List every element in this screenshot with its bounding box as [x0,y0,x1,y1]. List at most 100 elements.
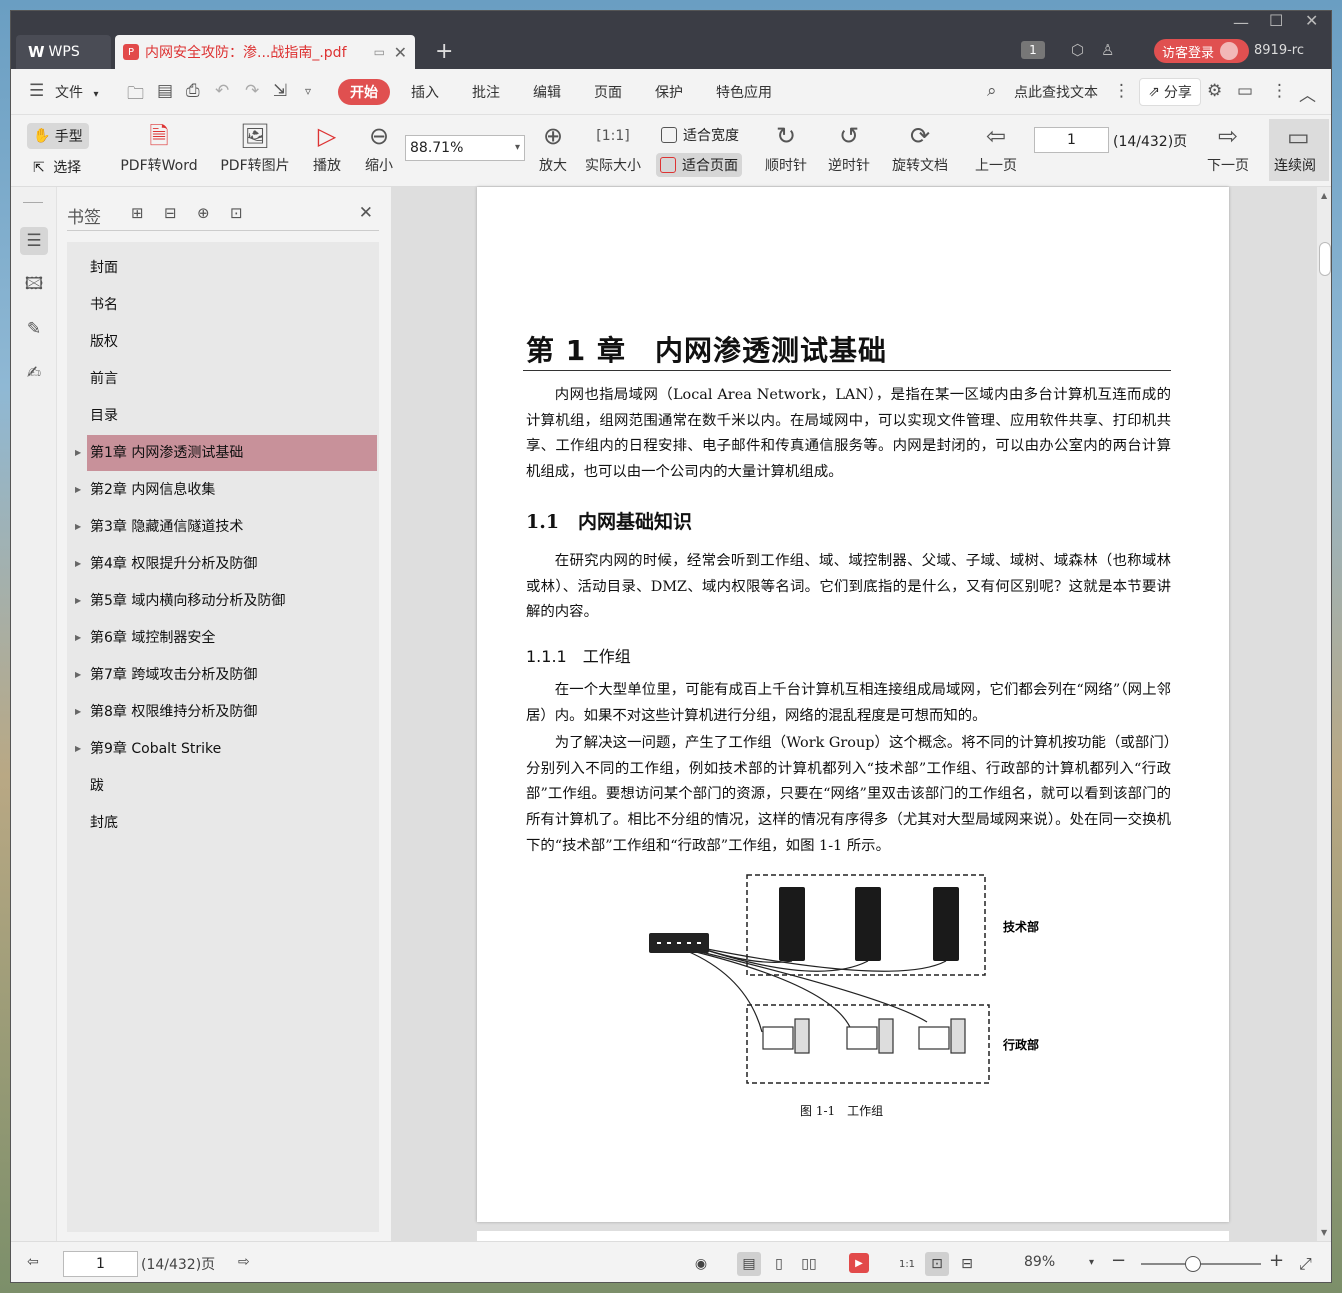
expand-arrow-icon[interactable]: ▶ [75,657,81,693]
annotation-panel-icon[interactable]: ✎ [20,315,48,343]
file-menu[interactable]: 文件 ▾ [55,82,98,102]
menu-tab-special[interactable]: 特色应用 [716,82,772,102]
zoom-in-button[interactable]: ⊕ 放大 [533,121,573,175]
more-options-icon[interactable]: ⋮ [1113,81,1130,101]
fit-width-icon[interactable]: ⊟ [955,1252,979,1276]
message-icon[interactable]: ▭ [1237,81,1253,101]
bookmark-item[interactable]: ▶ 第4章 权限提升分析及防御 [75,546,377,582]
previous-page-icon[interactable]: ⇦ [27,1254,39,1270]
zoom-slider-knob[interactable] [1185,1256,1201,1272]
bookmark-item[interactable]: 目录 [87,398,377,434]
hand-tool-button[interactable]: ✋ 手型 [27,123,89,149]
rotate-counterclockwise-button[interactable]: ↺ 逆时针 [824,121,874,175]
add-bookmark-icon[interactable]: ⊕ [197,204,210,222]
fit-page-button[interactable]: 适合页面 [656,153,742,177]
two-page-view-icon[interactable]: ▯▯ [797,1252,821,1276]
zoom-level-select[interactable]: 88.71% ▾ [405,135,525,161]
single-page-view-icon[interactable]: ▯ [767,1252,791,1276]
play-icon[interactable]: ▶ [849,1253,869,1273]
actual-size-icon[interactable]: 1:1 [895,1252,919,1276]
expand-arrow-icon[interactable]: ▶ [75,546,81,582]
next-page-icon[interactable]: ⇨ [238,1254,250,1270]
continuous-view-icon[interactable]: ▤ [737,1252,761,1276]
actual-size-button[interactable]: [1:1] 实际大小 [581,121,645,175]
zoom-percent[interactable]: 89% [1024,1254,1055,1270]
bookmark-item[interactable]: 封面 [87,250,377,286]
pdf-to-image-button[interactable]: 🖼 PDF转图片 [213,121,297,175]
open-folder-icon[interactable]: 🗀 [127,81,144,110]
redo-icon[interactable]: ↷ [245,81,259,101]
expand-arrow-icon[interactable]: ▶ [75,435,81,471]
eye-protection-icon[interactable]: ◉ [689,1252,713,1276]
collapse-ribbon-icon[interactable]: ︿ [1299,81,1316,106]
close-window-button[interactable]: ✕ [1305,11,1318,30]
minimize-button[interactable]: — [1233,13,1249,32]
page-number-input[interactable]: 1 [1034,127,1109,153]
rotate-clockwise-button[interactable]: ↻ 顺时针 [761,121,811,175]
search-text-button[interactable]: 点此查找文本 [1014,82,1098,102]
expand-arrow-icon[interactable]: ▶ [75,509,81,545]
scroll-up-icon[interactable]: ▲ [1321,191,1327,200]
zoom-out-button[interactable]: ⊖ 缩小 [359,121,399,175]
select-tool-button[interactable]: ⇱ 选择 [33,157,81,177]
wps-home-tab[interactable]: W WPS [16,35,111,69]
play-button[interactable]: ▷ 播放 [307,121,347,175]
expand-arrow-icon[interactable]: ▶ [75,694,81,730]
document-tab[interactable]: P 内网安全攻防：渗...战指南_.pdf ▭ ✕ [115,35,415,69]
pdf-to-word-button[interactable]: 🗎 PDF转Word [115,121,203,175]
menu-tab-page[interactable]: 页面 [594,82,622,102]
bookmark-item[interactable]: 跋 [87,768,377,804]
zoom-slider[interactable] [1141,1256,1261,1272]
vertical-scrollbar[interactable]: ▲ ▼ [1317,187,1331,1241]
previous-page-button[interactable]: ⇦ 上一页 [971,121,1021,175]
fullscreen-icon[interactable]: ⤢ [1299,1254,1312,1274]
search-icon[interactable]: ⌕ [987,81,997,101]
bookmark-item[interactable]: ▶ 第9章 Cobalt Strike [75,731,377,767]
bookmark-item[interactable]: 前言 [87,361,377,397]
expand-arrow-icon[interactable]: ▶ [75,472,81,508]
bookmark-item[interactable]: ▶ 第6章 域控制器安全 [75,620,377,656]
scrollbar-thumb[interactable] [1319,242,1331,276]
export-icon[interactable]: ⇲ [273,81,287,101]
close-tab-icon[interactable]: ✕ [394,43,407,62]
chevron-down-icon[interactable]: ▾ [1089,1257,1094,1268]
status-page-input[interactable]: 1 [63,1251,138,1277]
bookmark-settings-icon[interactable]: ⊡ [230,204,243,222]
bookmark-item[interactable]: ▶ 第3章 隐藏通信隧道技术 [75,509,377,545]
gear-icon[interactable]: ⚙ [1207,81,1222,101]
zoom-out-icon[interactable]: − [1111,1250,1126,1271]
kebab-menu-icon[interactable]: ⋮ [1271,81,1288,101]
menu-tab-protect[interactable]: 保护 [655,82,683,102]
thumbnail-panel-icon[interactable]: 🖾 [20,271,48,299]
maximize-button[interactable]: ☐ [1269,11,1283,30]
scroll-down-icon[interactable]: ▼ [1321,1228,1327,1237]
undo-icon[interactable]: ↶ [215,81,229,101]
bookmark-item[interactable]: ▶ 第5章 域内横向移动分析及防御 [75,583,377,619]
bookmark-item[interactable]: ▶ 第2章 内网信息收集 [75,472,377,508]
bookmark-item[interactable]: 封底 [87,805,377,841]
guest-login-button[interactable]: 访客登录 [1154,39,1249,63]
menu-tab-edit[interactable]: 编辑 [533,82,561,102]
expand-arrow-icon[interactable]: ▶ [75,620,81,656]
bookmark-item[interactable]: ▶ 第8章 权限维持分析及防御 [75,694,377,730]
expand-all-icon[interactable]: ⊞ [131,204,144,222]
bookmark-item[interactable]: 书名 [87,287,377,323]
expand-arrow-icon[interactable]: ▶ [75,731,81,767]
close-icon[interactable]: ✕ [359,203,373,223]
menu-tab-start[interactable]: 开始 [338,79,390,105]
continuous-reading-button[interactable]: ▭ 连续阅 [1269,119,1329,181]
document-viewer[interactable]: 第 1 章 内网渗透测试基础 内网也指局域网（Local Area Networ… [391,187,1331,1251]
cloud-icon[interactable]: ⬡ [1071,41,1084,59]
signature-panel-icon[interactable]: ✍ [20,359,48,387]
skin-icon[interactable]: ♙ [1101,41,1114,59]
save-icon[interactable]: ▤ [157,81,173,101]
fit-page-icon[interactable]: ⊡ [925,1252,949,1276]
more-dropdown-icon[interactable]: ▿ [305,84,311,98]
share-button[interactable]: ⇗ 分享 [1139,78,1201,106]
new-tab-button[interactable]: + [435,39,453,64]
bookmark-panel-icon[interactable]: ☰ [20,227,48,255]
bookmark-item[interactable]: ▶ 第7章 跨域攻击分析及防御 [75,657,377,693]
fit-width-button[interactable]: 适合宽度 [661,125,739,145]
expand-arrow-icon[interactable]: ▶ [75,583,81,619]
collapse-all-icon[interactable]: ⊟ [164,204,177,222]
